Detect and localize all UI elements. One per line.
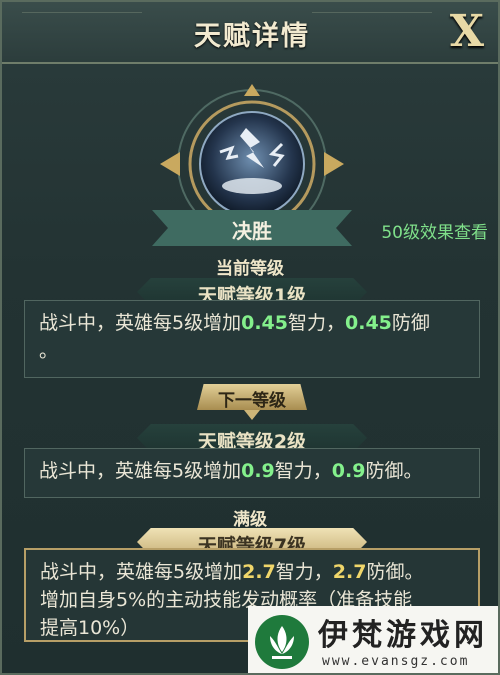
def-value: 2.7: [332, 561, 367, 583]
page-title: 天赋详情: [194, 21, 310, 52]
int-value: 2.7: [242, 561, 276, 583]
current-level-label: 当前等级: [216, 259, 284, 279]
desc-text: 战斗中，英雄每5级增加: [39, 460, 242, 482]
int-value: 0.45: [241, 312, 288, 334]
close-button[interactable]: X: [444, 8, 490, 56]
talent-detail-panel: 天赋详情 X 决胜 50级效果查看 当前等级 天赋等级1级 战斗中，英雄每5级增…: [0, 0, 500, 675]
desc-text: 智力，: [275, 561, 333, 583]
next-level-arrow-icon: [244, 410, 260, 420]
watermark-url: www.evansgz.com: [322, 654, 470, 669]
lotus-logo-icon: [255, 615, 309, 669]
current-level-description: 战斗中，英雄每5级增加0.45智力，0.45防御 。: [24, 300, 480, 378]
desc-text: 战斗中，英雄每5级增加: [40, 561, 243, 583]
desc-text: 防御。: [366, 561, 424, 583]
talent-name: 决胜: [232, 219, 272, 243]
desc-text: 防御。: [365, 460, 423, 482]
title-bar: 天赋详情 X: [2, 2, 498, 64]
def-value: 0.9: [331, 460, 366, 482]
next-level-label: 下一等级: [218, 391, 286, 411]
int-value: 0.9: [241, 460, 275, 482]
next-level-description: 战斗中，英雄每5级增加0.9智力，0.9防御。: [24, 448, 480, 498]
max-level-label: 满级: [233, 510, 267, 530]
site-watermark: 伊梵游戏网 www.evansgz.com: [248, 606, 498, 673]
def-value: 0.45: [345, 312, 392, 334]
next-level-tab: 下一等级: [197, 384, 307, 410]
level-50-effect-link[interactable]: 50级效果查看: [368, 218, 488, 244]
desc-text: 智力，: [287, 312, 345, 334]
desc-text: 提高10%）: [40, 617, 140, 639]
desc-text: 智力，: [274, 460, 332, 482]
desc-text: 防御: [391, 312, 430, 334]
talent-name-ribbon: 决胜: [152, 210, 352, 246]
desc-text: 战斗中，英雄每5级增加: [39, 312, 242, 334]
desc-text: 。: [39, 340, 59, 362]
watermark-brand: 伊梵游戏网: [318, 618, 488, 653]
